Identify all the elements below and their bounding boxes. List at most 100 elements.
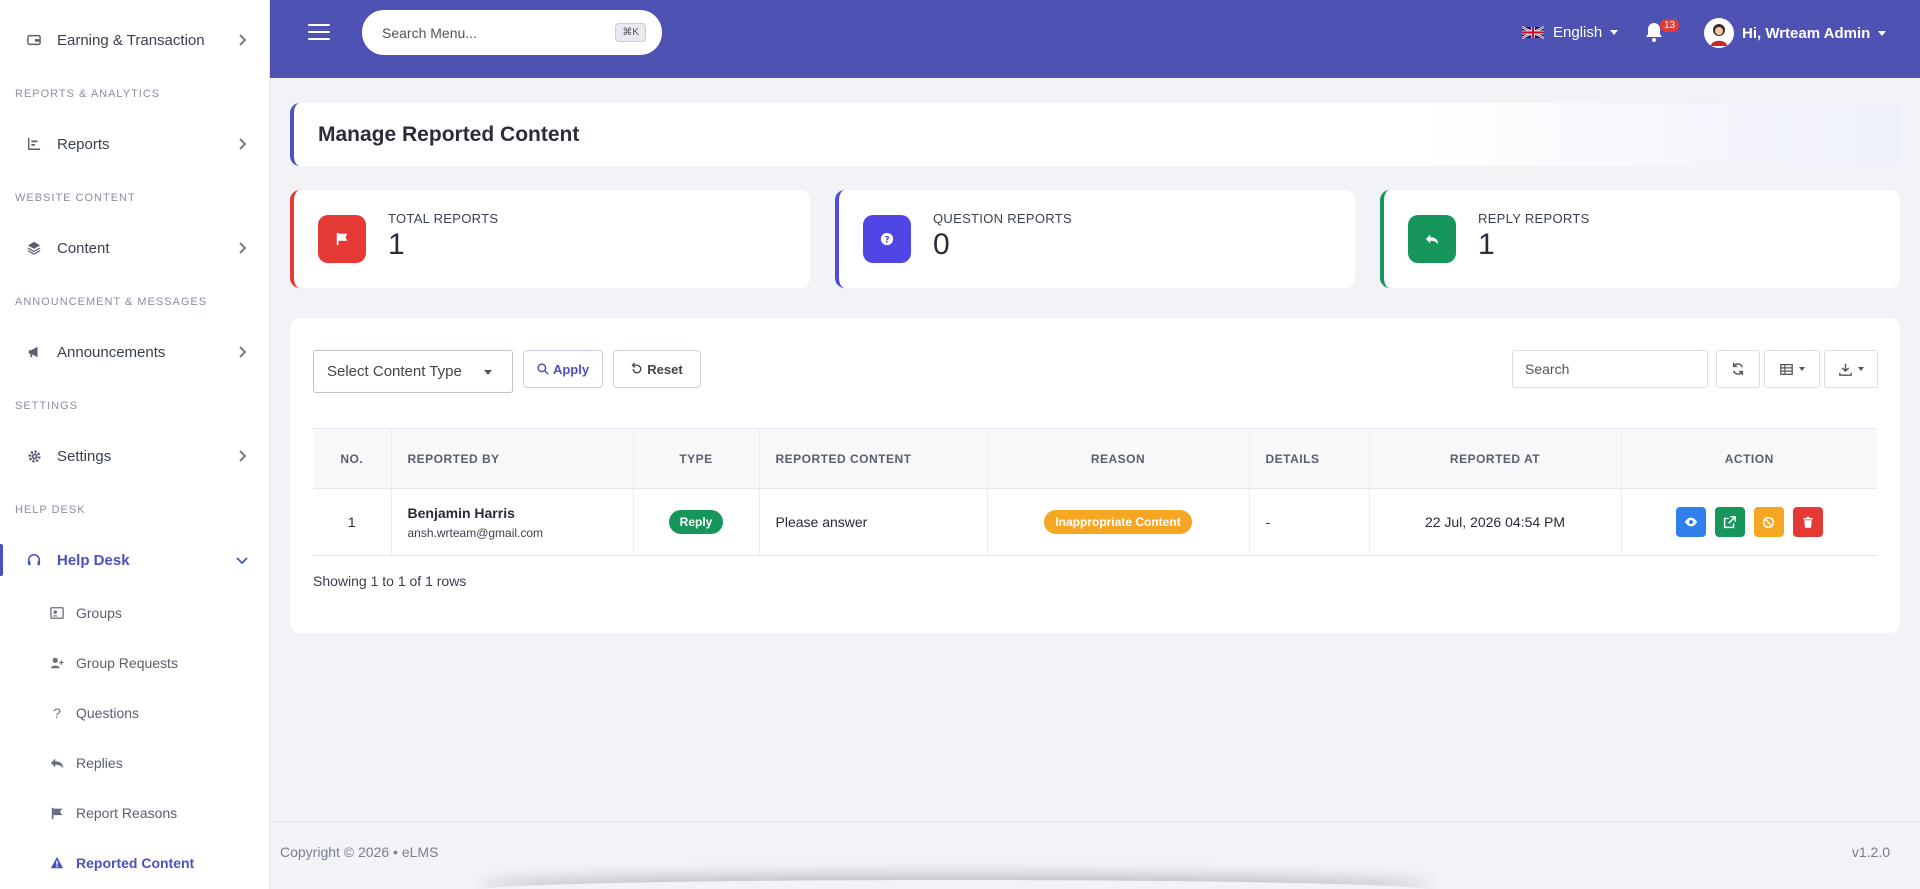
sidebar-sub-questions[interactable]: ? Questions [0, 697, 269, 729]
column-header[interactable]: Reported Content [759, 428, 988, 489]
user-plus-icon [48, 654, 66, 672]
sidebar-section-announcements: Announcement & Messages [15, 296, 208, 308]
stat-value: 0 [933, 228, 950, 261]
type-badge: Reply [668, 510, 724, 534]
sidebar-sub-label: Group Requests [76, 655, 178, 671]
caret-down-icon [1878, 30, 1887, 36]
chevron-right-icon [239, 450, 247, 462]
sidebar-item-label: Help Desk [57, 551, 130, 569]
refresh-icon [1732, 362, 1744, 376]
sidebar-item-content[interactable]: Content [0, 228, 269, 268]
bar-chart-icon [24, 134, 44, 154]
sidebar-sub-label: Replies [76, 755, 123, 771]
content-type-select[interactable]: Select Content Type [313, 350, 513, 393]
sidebar-sub-reported-content[interactable]: Reported Content [0, 847, 269, 879]
sidebar-section-settings: Settings [15, 400, 79, 412]
column-header[interactable]: Type [633, 428, 760, 489]
sidebar-section-reports: Reports & Analytics [15, 88, 161, 100]
chevron-right-icon [239, 346, 247, 358]
column-header[interactable]: Reported At [1369, 428, 1622, 489]
user-menu[interactable]: Hi, Wrteam Admin [1704, 18, 1887, 48]
search-menu-input[interactable] [382, 24, 602, 41]
search-icon [537, 363, 549, 375]
reporter-name: Benjamin Harris [407, 504, 515, 521]
caret-down-icon [1610, 29, 1619, 35]
copyright-text: Copyright © 2026 • eLMS [280, 844, 439, 860]
pagination-info: Showing 1 to 1 of 1 rows [313, 573, 467, 589]
sidebar-item-label: Settings [57, 447, 112, 465]
sidebar-sub-replies[interactable]: Replies [0, 747, 269, 779]
hamburger-menu-icon[interactable] [308, 24, 330, 42]
sidebar-item-label: Content [57, 239, 110, 257]
caret-down-icon [1798, 367, 1805, 371]
footer: Copyright © 2026 • eLMS v1.2.0 [270, 821, 1920, 889]
uk-flag-icon [1522, 25, 1544, 39]
columns-toggle-button[interactable] [1764, 350, 1820, 388]
stat-card-question-reports: ? QUESTION REPORTS 0 [835, 190, 1355, 288]
table-row: 1 Benjamin Harris ansh.wrteam@gmail.com … [313, 488, 1877, 556]
reported-at-cell: 22 Jul, 2026 04:54 PM [1369, 488, 1622, 556]
gear-icon [24, 446, 44, 466]
sidebar-item-reports[interactable]: Reports [0, 124, 269, 164]
table-columns-icon [1779, 363, 1793, 375]
export-button[interactable] [1824, 350, 1878, 388]
action-cell [1621, 488, 1877, 556]
stat-value: 1 [1478, 228, 1495, 261]
eye-icon [1684, 517, 1697, 527]
column-header[interactable]: Reported By [391, 428, 634, 489]
sidebar-item-help-desk[interactable]: Help Desk [0, 540, 269, 580]
sidebar: Earning & Transaction Reports & Analytic… [0, 0, 270, 889]
sidebar-sub-groups[interactable]: Groups [0, 597, 269, 629]
sidebar-item-settings[interactable]: Settings [0, 436, 269, 476]
notification-badge: 13 [1660, 19, 1680, 32]
sidebar-item-announcements[interactable]: Announcements [0, 332, 269, 372]
open-link-button[interactable] [1714, 507, 1745, 537]
version-text: v1.2.0 [1851, 844, 1890, 860]
caret-down-icon [1857, 367, 1864, 371]
sidebar-item-label: Reports [57, 135, 110, 153]
reported-by-cell: Benjamin Harris ansh.wrteam@gmail.com [391, 488, 634, 556]
sidebar-sub-label: Report Reasons [76, 805, 178, 821]
reset-button[interactable]: Reset [613, 350, 701, 388]
sidebar-item-label: Earning & Transaction [57, 31, 205, 49]
page-title-card: Manage Reported Content [290, 103, 1900, 166]
search-menu-box: ⌘K [362, 10, 662, 55]
apply-button[interactable]: Apply [523, 350, 603, 388]
sidebar-item-earning[interactable]: Earning & Transaction [0, 20, 269, 60]
delete-button[interactable] [1792, 507, 1823, 537]
reports-panel: Select Content Type Apply Reset No. [290, 318, 1900, 633]
shortcut-hint: ⌘K [615, 23, 646, 42]
reported-content-cell: Please answer [759, 488, 988, 556]
column-header[interactable]: No. [313, 428, 392, 489]
avatar [1704, 18, 1734, 48]
sidebar-sub-label: Questions [76, 705, 140, 721]
table-search-input[interactable] [1512, 350, 1708, 388]
reason-cell: Inappropriate Content [987, 488, 1250, 556]
reset-label: Reset [647, 361, 683, 377]
headset-icon [24, 550, 44, 570]
stat-label: QUESTION REPORTS [933, 211, 1072, 226]
ban-icon [1763, 516, 1775, 528]
sidebar-section-helpdesk: Help Desk [15, 504, 86, 516]
sidebar-sub-label: Groups [76, 605, 122, 621]
stat-label: TOTAL REPORTS [388, 211, 499, 226]
stat-card-total-reports: TOTAL REPORTS 1 [290, 190, 810, 288]
sidebar-sub-group-requests[interactable]: Group Requests [0, 647, 269, 679]
undo-icon [631, 363, 643, 375]
sidebar-sub-report-reasons[interactable]: Report Reasons [0, 797, 269, 829]
content-type-select-value: Select Content Type [327, 363, 462, 380]
ban-button[interactable] [1753, 507, 1784, 537]
wallet-icon [24, 30, 44, 50]
trash-icon [1803, 516, 1813, 528]
reply-icon [48, 754, 66, 772]
table-header-row: No. Reported By Type Reported Content Re… [313, 428, 1877, 489]
top-header: ⌘K English 13 Hi, Wrteam Admin [270, 0, 1920, 78]
row-number: 1 [313, 488, 392, 556]
column-header[interactable]: Details [1249, 428, 1370, 489]
view-button[interactable] [1675, 507, 1706, 537]
column-header[interactable]: Reason [987, 428, 1250, 489]
stat-value: 1 [388, 228, 405, 261]
language-selector[interactable]: English [1522, 22, 1619, 42]
chevron-right-icon [239, 242, 247, 254]
refresh-button[interactable] [1716, 350, 1760, 388]
